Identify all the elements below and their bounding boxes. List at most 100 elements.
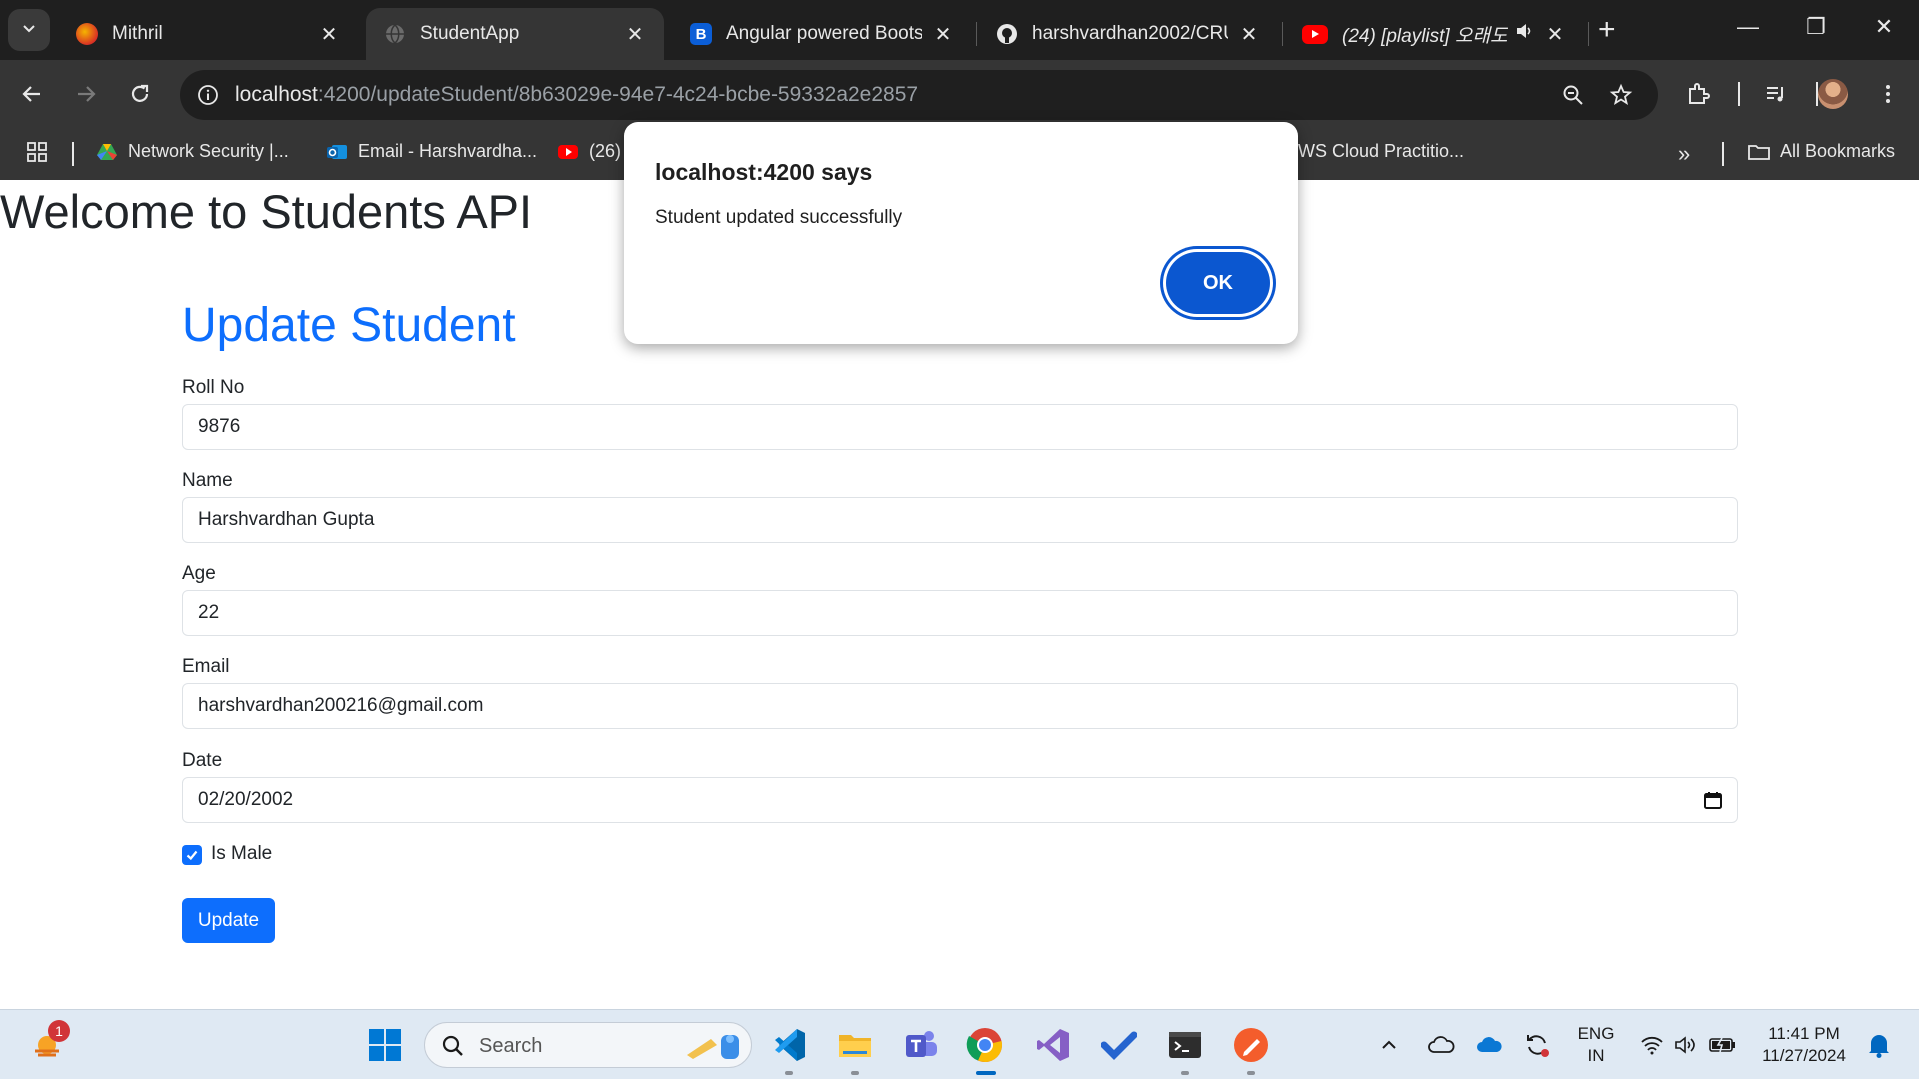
github-favicon-icon	[996, 23, 1018, 45]
pen-icon	[1234, 1028, 1268, 1062]
youtube-icon	[558, 144, 578, 159]
bookmark-aws-cloud[interactable]: WS Cloud Practitio...	[1298, 141, 1464, 162]
tab-mithril[interactable]: Mithril ✕	[58, 8, 358, 60]
ok-button[interactable]: OK	[1166, 252, 1270, 314]
bookmark-youtube[interactable]: (26)	[557, 141, 621, 162]
address-bar[interactable]: localhost:4200/updateStudent/8b63029e-94…	[180, 70, 1658, 120]
toolbar-separator	[1738, 82, 1740, 106]
file-explorer-app[interactable]	[836, 1026, 874, 1064]
tab-github[interactable]: harshvardhan2002/CRUD ✕	[978, 8, 1278, 60]
reload-button[interactable]	[122, 76, 158, 112]
calendar-icon[interactable]	[1703, 790, 1723, 810]
tab-studentapp[interactable]: StudentApp ✕	[366, 8, 664, 60]
search-icon	[442, 1035, 463, 1056]
running-indicator	[851, 1071, 859, 1075]
tab-youtube-playlist[interactable]: (24) [playlist] 오래도 ✕	[1284, 8, 1584, 60]
volume-icon	[1675, 1036, 1695, 1054]
chrome-app[interactable]	[966, 1026, 1004, 1064]
clock[interactable]: 11:41 PM 11/27/2024	[1756, 1023, 1852, 1067]
tab-title: harshvardhan2002/CRUD	[1032, 23, 1228, 44]
profile-avatar[interactable]	[1818, 79, 1848, 109]
notification-center[interactable]	[1862, 1026, 1896, 1064]
wifi-status[interactable]	[1636, 1026, 1668, 1064]
visual-studio-app[interactable]	[1034, 1026, 1072, 1064]
browser-toolbar: localhost:4200/updateStudent/8b63029e-94…	[0, 60, 1919, 128]
close-icon[interactable]: ✕	[1238, 22, 1260, 47]
close-icon[interactable]: ✕	[624, 22, 646, 47]
search-placeholder: Search	[479, 1035, 543, 1057]
url-host: localhost	[235, 83, 318, 106]
tab-search-button[interactable]	[8, 9, 50, 51]
site-info-icon[interactable]	[192, 79, 224, 111]
name-input[interactable]: Harshvardhan Gupta	[182, 497, 1738, 543]
bookmark-email[interactable]: Email - Harshvardha...	[326, 141, 537, 162]
taskbar-search[interactable]: Search	[424, 1022, 752, 1068]
terminal-icon	[1169, 1032, 1201, 1058]
dialog-message: Student updated successfully	[655, 207, 903, 228]
close-icon[interactable]: ✕	[932, 22, 954, 47]
globe-favicon-icon	[384, 23, 406, 45]
checkmark-icon	[186, 850, 198, 861]
tab-angular-bootstrap[interactable]: B Angular powered Bootstr ✕	[672, 8, 972, 60]
roll-no-input[interactable]: 9876	[182, 404, 1738, 450]
chrome-icon	[966, 1028, 1002, 1062]
tab-title: (24) [playlist] 오래도	[1342, 25, 1508, 47]
volume-status[interactable]	[1670, 1026, 1702, 1064]
url-text[interactable]: localhost:4200/updateStudent/8b63029e-94…	[235, 83, 918, 107]
email-input[interactable]: harshvardhan200216@gmail.com	[182, 683, 1738, 729]
clock-date: 11/27/2024	[1762, 1046, 1846, 1065]
bell-icon	[1869, 1035, 1889, 1058]
apps-button[interactable]	[26, 141, 48, 163]
start-button[interactable]	[366, 1026, 404, 1064]
arrow-left-icon	[22, 86, 40, 102]
close-icon[interactable]: ✕	[1544, 22, 1566, 47]
weather-widget[interactable]: 1	[28, 1020, 70, 1064]
bookmark-star-icon[interactable]	[1606, 80, 1636, 110]
input-language[interactable]: ENG IN	[1574, 1023, 1618, 1067]
is-male-label: Is Male	[211, 843, 273, 864]
tab-title: Angular powered Bootstr	[726, 23, 922, 44]
close-window-button[interactable]: ✕	[1864, 14, 1904, 40]
clock-time: 11:41 PM	[1768, 1024, 1840, 1043]
show-hidden-icons[interactable]	[1374, 1026, 1404, 1064]
onedrive-personal[interactable]	[1424, 1026, 1458, 1064]
minimize-button[interactable]: —	[1728, 14, 1768, 40]
todo-app[interactable]	[1100, 1026, 1138, 1064]
bookmark-label: Network Security |...	[128, 141, 289, 161]
age-input[interactable]: 22	[182, 590, 1738, 636]
media-control-button[interactable]	[1758, 76, 1794, 112]
close-icon[interactable]: ✕	[318, 22, 340, 47]
battery-status[interactable]	[1706, 1026, 1740, 1064]
all-bookmarks-button[interactable]: All Bookmarks	[1748, 141, 1895, 162]
terminal-app[interactable]	[1166, 1026, 1204, 1064]
sync-status[interactable]	[1520, 1026, 1554, 1064]
visual-studio-icon	[1037, 1029, 1069, 1061]
teams-icon	[906, 1031, 937, 1057]
onedrive-business[interactable]	[1472, 1026, 1506, 1064]
bookmark-network-security[interactable]: Network Security |...	[96, 141, 289, 162]
running-indicator	[785, 1071, 793, 1075]
new-tab-button[interactable]: +	[1598, 14, 1616, 46]
restore-button[interactable]: ❐	[1796, 14, 1836, 40]
vscode-app[interactable]	[770, 1026, 808, 1064]
extensions-button[interactable]	[1680, 76, 1716, 112]
zoom-icon[interactable]	[1558, 80, 1588, 110]
chrome-menu-button[interactable]	[1870, 76, 1906, 112]
more-bookmarks-button[interactable]: »	[1678, 141, 1690, 167]
folder-icon	[839, 1035, 871, 1057]
forward-button[interactable]	[68, 76, 104, 112]
double-chevron-right-icon: »	[1678, 141, 1691, 166]
search-highlight-icon	[687, 1035, 739, 1059]
date-input[interactable]: 02/20/2002	[182, 777, 1738, 823]
alert-dialog: localhost:4200 says Student updated succ…	[624, 122, 1298, 344]
notification-badge: 1	[48, 1020, 70, 1042]
back-button[interactable]	[14, 76, 50, 112]
is-male-checkbox[interactable]	[182, 845, 202, 865]
more-vert-icon	[1886, 85, 1890, 103]
speaker-icon[interactable]	[1514, 21, 1534, 47]
teams-app[interactable]	[902, 1026, 940, 1064]
pen-app[interactable]	[1232, 1026, 1270, 1064]
date-value: 02/20/2002	[198, 789, 294, 810]
running-indicator	[1247, 1071, 1255, 1075]
update-button[interactable]: Update	[182, 898, 275, 943]
